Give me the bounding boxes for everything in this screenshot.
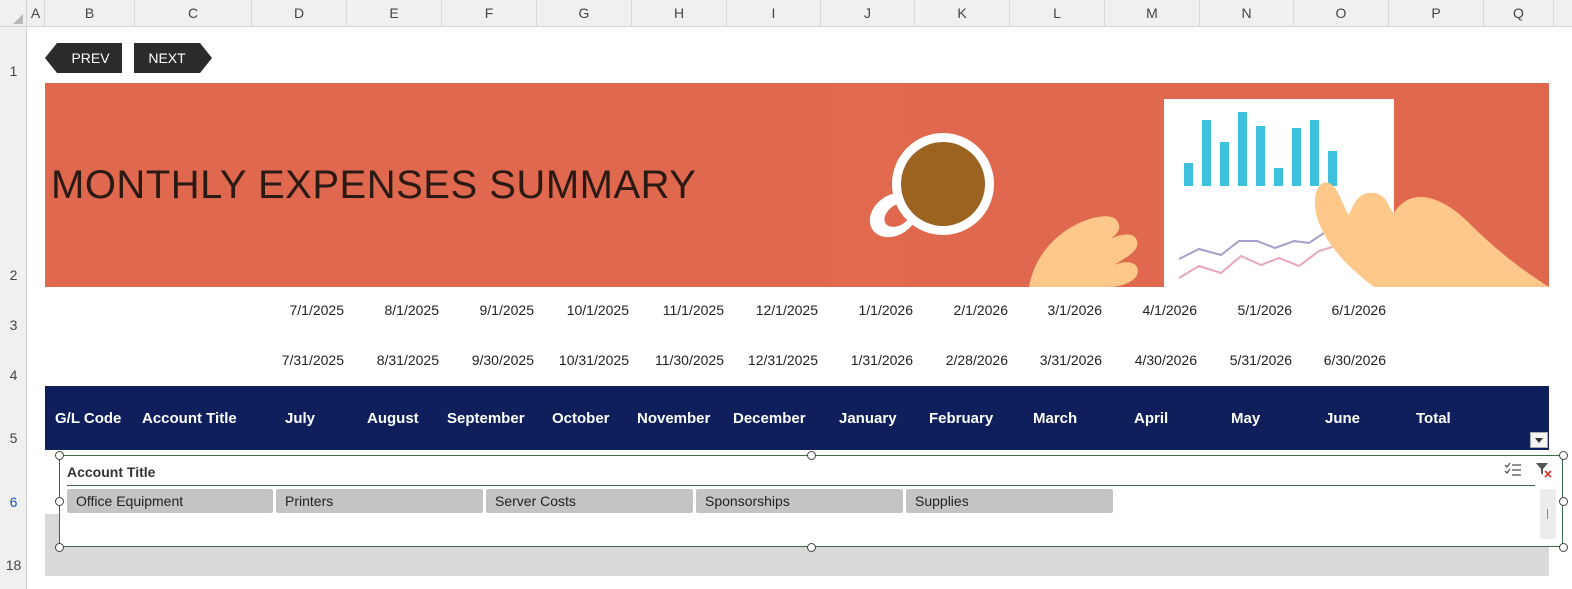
resize-handle[interactable] bbox=[55, 543, 64, 552]
row-header-bar: 1 2 3 4 5 6 18 bbox=[0, 27, 27, 589]
start-date-cell[interactable]: 7/1/2025 bbox=[254, 302, 345, 318]
start-date-cell[interactable]: 12/1/2025 bbox=[728, 302, 818, 318]
column-header-e[interactable]: E bbox=[347, 0, 442, 27]
column-header-bar: A B C D E F G H I J K L M N O P Q bbox=[0, 0, 1572, 27]
column-header-n[interactable]: N bbox=[1200, 0, 1294, 27]
column-header-o[interactable]: O bbox=[1294, 0, 1389, 27]
end-date-cell[interactable]: 9/30/2025 bbox=[444, 352, 534, 368]
header-november[interactable]: November bbox=[637, 410, 710, 427]
column-header-g[interactable]: G bbox=[537, 0, 632, 27]
end-date-cell[interactable]: 4/30/2026 bbox=[1107, 352, 1197, 368]
row-header-2[interactable]: 2 bbox=[0, 267, 27, 283]
header-february[interactable]: February bbox=[929, 410, 993, 427]
column-header-h[interactable]: H bbox=[632, 0, 727, 27]
column-header-f[interactable]: F bbox=[442, 0, 537, 27]
filter-dropdown-button[interactable] bbox=[1530, 432, 1548, 448]
spreadsheet: A B C D E F G H I J K L M N O P Q 1 2 3 … bbox=[0, 0, 1572, 589]
slicer-divider bbox=[67, 485, 1535, 486]
start-date-cell[interactable]: 9/1/2025 bbox=[444, 302, 535, 318]
multi-select-icon[interactable] bbox=[1504, 462, 1522, 478]
header-august[interactable]: August bbox=[367, 410, 419, 427]
resize-handle[interactable] bbox=[807, 543, 816, 552]
header-march[interactable]: March bbox=[1033, 410, 1077, 427]
resize-handle[interactable] bbox=[55, 451, 64, 460]
column-header-i[interactable]: I bbox=[727, 0, 821, 27]
table-header-row: G/L Code Account Title July August Septe… bbox=[45, 386, 1549, 450]
column-header-l[interactable]: L bbox=[1010, 0, 1105, 27]
resize-handle[interactable] bbox=[55, 497, 64, 506]
header-december[interactable]: December bbox=[733, 410, 806, 427]
end-date-cell[interactable]: 11/30/2025 bbox=[634, 352, 724, 368]
header-may[interactable]: May bbox=[1231, 410, 1260, 427]
column-header-m[interactable]: M bbox=[1105, 0, 1200, 27]
header-october[interactable]: October bbox=[552, 410, 610, 427]
resize-handle[interactable] bbox=[807, 451, 816, 460]
account-title-slicer[interactable]: Account Title Office Equipment Printers … bbox=[59, 455, 1563, 547]
end-date-cell[interactable]: 8/31/2025 bbox=[349, 352, 439, 368]
resize-handle[interactable] bbox=[1559, 497, 1568, 506]
header-april[interactable]: April bbox=[1134, 410, 1168, 427]
next-button[interactable]: NEXT bbox=[134, 43, 212, 73]
row-header-18[interactable]: 18 bbox=[0, 557, 27, 573]
header-september[interactable]: September bbox=[447, 410, 525, 427]
column-header-d[interactable]: D bbox=[252, 0, 347, 27]
slicer-item-office-equipment[interactable]: Office Equipment bbox=[67, 489, 273, 513]
start-date-cell[interactable]: 6/1/2026 bbox=[1296, 302, 1387, 318]
header-account-title[interactable]: Account Title bbox=[142, 410, 237, 427]
start-date-cell[interactable]: 2/1/2026 bbox=[918, 302, 1009, 318]
column-header-j[interactable]: J bbox=[821, 0, 915, 27]
header-july[interactable]: July bbox=[285, 410, 315, 427]
start-date-cell[interactable]: 1/1/2026 bbox=[823, 302, 914, 318]
row-header-3[interactable]: 3 bbox=[0, 317, 27, 333]
page-title: MONTHLY EXPENSES SUMMARY bbox=[51, 163, 697, 207]
row-header-5[interactable]: 5 bbox=[0, 430, 27, 446]
column-header-p[interactable]: P bbox=[1389, 0, 1484, 27]
slicer-item-printers[interactable]: Printers bbox=[276, 489, 483, 513]
end-date-cell[interactable]: 5/31/2026 bbox=[1202, 352, 1292, 368]
start-date-cell[interactable]: 3/1/2026 bbox=[1012, 302, 1103, 318]
end-date-cell[interactable]: 3/31/2026 bbox=[1012, 352, 1102, 368]
end-date-cell[interactable]: 10/31/2025 bbox=[539, 352, 629, 368]
end-date-cell[interactable]: 7/31/2025 bbox=[254, 352, 344, 368]
end-date-cell[interactable]: 12/31/2025 bbox=[728, 352, 818, 368]
resize-handle[interactable] bbox=[1559, 543, 1568, 552]
select-all-corner[interactable] bbox=[0, 0, 27, 27]
column-header-c[interactable]: C bbox=[135, 0, 252, 27]
column-header-k[interactable]: K bbox=[915, 0, 1010, 27]
slicer-item-supplies[interactable]: Supplies bbox=[906, 489, 1113, 513]
row-header-6[interactable]: 6 bbox=[0, 494, 27, 510]
start-date-cell[interactable]: 10/1/2025 bbox=[539, 302, 629, 318]
start-date-cell[interactable]: 4/1/2026 bbox=[1107, 302, 1198, 318]
header-total[interactable]: Total bbox=[1416, 410, 1451, 427]
slicer-title: Account Title bbox=[67, 464, 156, 480]
row-header-4[interactable]: 4 bbox=[0, 367, 27, 383]
header-gl-code[interactable]: G/L Code bbox=[55, 410, 121, 427]
end-date-cell[interactable]: 6/30/2026 bbox=[1296, 352, 1386, 368]
row-header-1[interactable]: 1 bbox=[0, 63, 27, 79]
column-header-q[interactable]: Q bbox=[1484, 0, 1554, 27]
slicer-item-server-costs[interactable]: Server Costs bbox=[486, 489, 693, 513]
prev-button[interactable]: PREV bbox=[45, 43, 122, 73]
banner-illustration bbox=[829, 83, 1549, 287]
clear-filter-icon[interactable] bbox=[1535, 462, 1553, 478]
resize-handle[interactable] bbox=[1559, 451, 1568, 460]
column-header-a[interactable]: A bbox=[27, 0, 45, 27]
end-date-cell[interactable]: 1/31/2026 bbox=[823, 352, 913, 368]
start-date-cell[interactable]: 11/1/2025 bbox=[634, 302, 724, 318]
slicer-item-sponsorships[interactable]: Sponsorships bbox=[696, 489, 903, 513]
start-date-cell[interactable]: 8/1/2025 bbox=[349, 302, 440, 318]
slicer-scrollbar[interactable] bbox=[1540, 489, 1556, 539]
column-header-b[interactable]: B bbox=[45, 0, 135, 27]
start-date-cell[interactable]: 5/1/2026 bbox=[1202, 302, 1293, 318]
header-january[interactable]: January bbox=[839, 410, 897, 427]
title-banner: MONTHLY EXPENSES SUMMARY bbox=[45, 83, 1549, 287]
header-june[interactable]: June bbox=[1325, 410, 1360, 427]
end-date-cell[interactable]: 2/28/2026 bbox=[918, 352, 1008, 368]
